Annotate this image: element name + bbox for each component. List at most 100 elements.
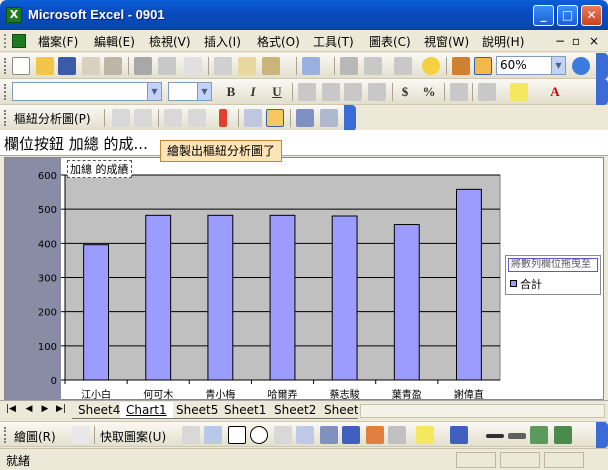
paste-icon[interactable] xyxy=(262,57,280,75)
diagram-icon[interactable] xyxy=(320,426,338,444)
doc-minimize-button[interactable]: − xyxy=(553,34,567,48)
font-size-select[interactable]: ▼ xyxy=(168,82,212,101)
percent-icon[interactable]: % xyxy=(420,83,438,101)
fill-color-icon[interactable] xyxy=(510,83,528,101)
permission-icon[interactable] xyxy=(82,57,100,75)
drawing-icon[interactable] xyxy=(474,57,492,75)
sort-icon[interactable] xyxy=(394,57,412,75)
menu-edit[interactable]: 編輯(E) xyxy=(94,33,135,50)
menu-tools[interactable]: 工具(T) xyxy=(313,33,354,50)
zoom-select[interactable]: 60% ▼ xyxy=(496,56,566,75)
line-icon[interactable] xyxy=(182,426,200,444)
bold-icon[interactable]: B xyxy=(222,83,240,101)
horizontal-scrollbar[interactable] xyxy=(360,404,605,418)
toolbar-options[interactable] xyxy=(596,79,608,105)
menu-grip[interactable] xyxy=(4,34,7,48)
tab-sheet5[interactable]: Sheet5 xyxy=(170,402,225,419)
tab-sheet2[interactable]: Sheet2 xyxy=(268,402,323,419)
fill-color-icon[interactable] xyxy=(416,426,434,444)
prev-sheet-icon[interactable]: ◀ xyxy=(24,404,34,414)
line-color-icon[interactable] xyxy=(450,426,468,444)
toolbar-options[interactable] xyxy=(596,53,608,79)
hyperlink-icon[interactable] xyxy=(340,57,358,75)
currency-icon[interactable]: $ xyxy=(396,83,414,101)
menu-help[interactable]: 說明(H) xyxy=(482,33,524,50)
smiley-icon[interactable] xyxy=(422,57,440,75)
document-icon[interactable] xyxy=(12,34,26,48)
hide-field-list-icon[interactable] xyxy=(266,109,284,127)
chart-wizard-icon[interactable] xyxy=(452,57,470,75)
doc-close-button[interactable]: × xyxy=(587,34,601,48)
zoom-dropdown-arrow[interactable]: ▼ xyxy=(551,57,565,74)
print-icon[interactable] xyxy=(134,57,152,75)
menu-insert[interactable]: 插入(I) xyxy=(204,33,241,50)
print-preview-icon[interactable] xyxy=(158,57,176,75)
last-sheet-icon[interactable]: ▶| xyxy=(56,404,66,414)
cut-icon[interactable] xyxy=(214,57,232,75)
new-icon[interactable] xyxy=(12,57,30,75)
arrow-icon[interactable] xyxy=(204,426,222,444)
indent-icon[interactable] xyxy=(450,83,468,101)
borders-icon[interactable] xyxy=(478,83,496,101)
chart-wizard-icon[interactable] xyxy=(134,109,152,127)
toolbar-grip[interactable] xyxy=(4,58,7,74)
wordart-icon[interactable] xyxy=(296,426,314,444)
tab-sheet4[interactable]: Sheet4 xyxy=(72,402,127,419)
format-report-icon[interactable] xyxy=(112,109,130,127)
menu-chart[interactable]: 圖表(C) xyxy=(369,33,411,50)
toolbar-grip[interactable] xyxy=(4,427,7,443)
toolbar-options[interactable] xyxy=(344,105,356,131)
maximize-button[interactable]: □ xyxy=(557,5,578,26)
spelling-icon[interactable] xyxy=(184,57,202,75)
font-color-icon[interactable]: A xyxy=(546,83,564,101)
merge-center-icon[interactable] xyxy=(368,83,386,101)
undo-icon[interactable] xyxy=(302,57,320,75)
autosum-icon[interactable] xyxy=(364,57,382,75)
hide-detail-icon[interactable] xyxy=(164,109,182,127)
toolbar-options[interactable] xyxy=(596,422,608,448)
menu-window[interactable]: 視窗(W) xyxy=(424,33,469,50)
chart-data-field-button[interactable]: 加總 的成績 xyxy=(67,160,132,178)
doc-restore-button[interactable]: ▫ xyxy=(569,34,583,48)
toolbar-grip[interactable] xyxy=(4,110,7,126)
3d-icon[interactable] xyxy=(554,426,572,444)
menu-file[interactable]: 檔案(F) xyxy=(38,33,78,50)
underline-icon[interactable]: U xyxy=(268,83,286,101)
textbox-icon[interactable] xyxy=(274,426,292,444)
tab-sheet-partial[interactable]: Sheet xyxy=(318,402,358,419)
menu-format[interactable]: 格式(O) xyxy=(257,33,300,50)
show-field-buttons-icon[interactable] xyxy=(296,109,314,127)
autoshapes-menu[interactable]: 快取圖案(U) xyxy=(100,428,166,445)
name-box[interactable]: 欄位按鈕 加總 的成... xyxy=(4,133,148,154)
shadow-icon[interactable] xyxy=(530,426,548,444)
oval-icon[interactable] xyxy=(250,426,268,444)
open-icon[interactable] xyxy=(36,57,54,75)
align-left-icon[interactable] xyxy=(298,83,316,101)
copy-icon[interactable] xyxy=(238,57,256,75)
font-size-dropdown-arrow[interactable]: ▼ xyxy=(197,83,211,100)
align-right-icon[interactable] xyxy=(344,83,362,101)
show-detail-icon[interactable] xyxy=(188,109,206,127)
field-settings-icon[interactable] xyxy=(244,109,262,127)
excel-app-icon[interactable]: X xyxy=(6,7,22,23)
picture-icon[interactable] xyxy=(366,426,384,444)
email-icon[interactable] xyxy=(104,57,122,75)
tab-chart1[interactable]: Chart1 xyxy=(120,402,173,419)
refresh-icon[interactable] xyxy=(219,109,227,127)
chart-legend[interactable]: 將數列欄位拖曳至 合計 xyxy=(505,255,601,295)
legend-drop-zone[interactable]: 將數列欄位拖曳至 xyxy=(508,258,598,272)
close-button[interactable]: ✕ xyxy=(581,5,602,26)
next-sheet-icon[interactable]: ▶ xyxy=(40,404,50,414)
tab-sheet1[interactable]: Sheet1 xyxy=(218,402,273,419)
font-dropdown-arrow[interactable]: ▼ xyxy=(147,83,161,100)
field-list-icon[interactable] xyxy=(320,109,338,127)
help-icon[interactable] xyxy=(572,57,590,75)
draw-menu[interactable]: 繪圖(R) xyxy=(14,428,56,445)
insert-image-icon[interactable] xyxy=(388,426,406,444)
clipart-icon[interactable] xyxy=(342,426,360,444)
italic-icon[interactable]: I xyxy=(244,83,262,101)
dash-style-icon[interactable] xyxy=(508,433,526,439)
select-objects-icon[interactable] xyxy=(72,426,90,444)
minimize-button[interactable]: _ xyxy=(533,5,554,26)
font-select[interactable]: ▼ xyxy=(12,82,162,101)
